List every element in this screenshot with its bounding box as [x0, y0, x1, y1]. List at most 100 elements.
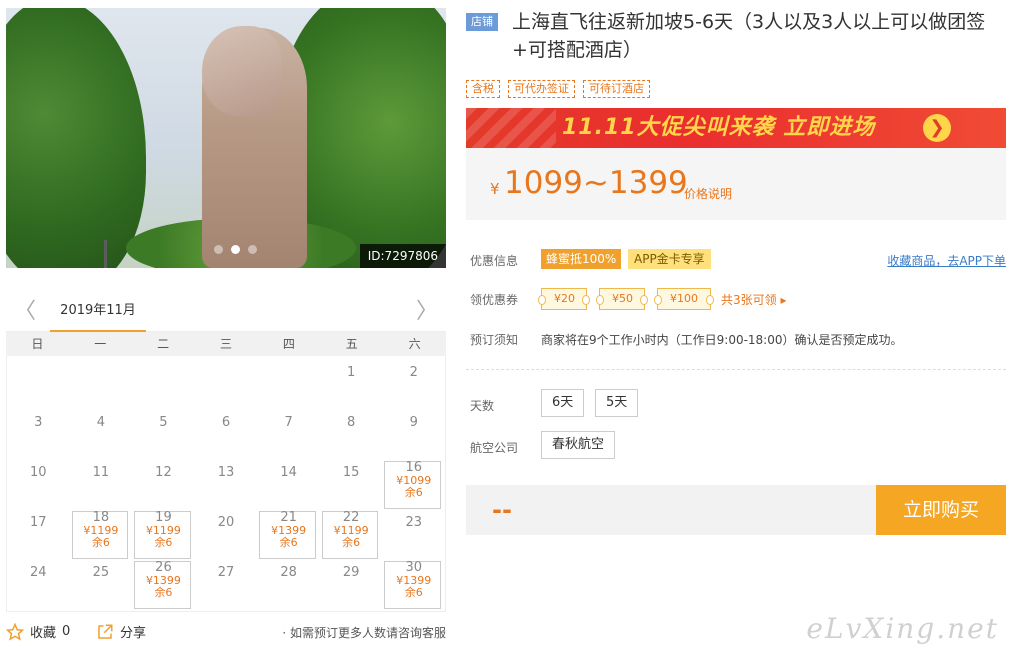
- coupon-50[interactable]: ¥50: [596, 288, 648, 310]
- product-photo[interactable]: ID:7297806: [6, 8, 446, 268]
- calendar-day: 29: [320, 556, 383, 606]
- photo-footer: 收藏 0 分享 · 如需预订更多人数请咨询客服: [6, 620, 446, 644]
- calendar-day: 4: [70, 406, 133, 456]
- calendar-day: [132, 356, 195, 406]
- booking-label: 预订须知: [470, 333, 519, 347]
- day-stock: 余6: [404, 586, 423, 599]
- carousel-dot-active[interactable]: [231, 245, 240, 254]
- day-number: 28: [280, 565, 297, 580]
- weekday-label: 五: [345, 337, 358, 351]
- carousel-dot[interactable]: [214, 245, 223, 254]
- day-number: 19: [155, 510, 172, 525]
- calendar-day: 27: [195, 556, 258, 606]
- carousel-dot[interactable]: [248, 245, 257, 254]
- day-number: 10: [30, 465, 47, 480]
- day-number: 26: [155, 560, 172, 575]
- calendar-day: 11: [70, 456, 133, 506]
- price-currency: ¥: [490, 180, 500, 198]
- day-number: 2: [409, 365, 418, 380]
- booking-notice-row: 预订须知 商家将在9个工作小时内（工作日9:00-18:00）确认是否预定成功。: [470, 331, 1006, 353]
- star-icon: [6, 622, 24, 641]
- days-option-6[interactable]: 6天: [541, 389, 585, 417]
- calendar-day: 8: [320, 406, 383, 456]
- calendar-day: 13: [195, 456, 258, 506]
- day-stock: 余6: [404, 486, 423, 499]
- calendar-day: 17: [7, 506, 70, 556]
- discount-badge-honey: 蜂蜜抵100%: [541, 249, 622, 269]
- day-number: 5: [159, 415, 168, 430]
- promo-text: 11.11大促尖叫来袭 立即进场: [562, 115, 876, 140]
- next-month-icon[interactable]: 〉: [416, 300, 438, 324]
- coupon-row: 领优惠券 ¥20 ¥50 ¥100 共3张可领 ▸: [470, 288, 1006, 313]
- day-stock: 余6: [154, 536, 173, 549]
- calendar-day: 20: [195, 506, 258, 556]
- buy-now-button[interactable]: 立即购买: [876, 485, 1006, 535]
- calendar-day-available[interactable]: 30 ¥1399 余6: [382, 556, 445, 609]
- section-divider: [466, 369, 1006, 370]
- calendar-week-row: 10 11 12 13 14 15 16 ¥1099 余6: [7, 456, 445, 509]
- days-option-5[interactable]: 5天: [595, 389, 639, 417]
- calendar-day-available[interactable]: 18 ¥1199 余6: [70, 506, 133, 559]
- calendar-day: [70, 356, 133, 406]
- discount-label: 优惠信息: [470, 254, 519, 268]
- carousel-dots: [214, 245, 257, 254]
- calendar-day: 9: [382, 406, 445, 456]
- booking-notice: 商家将在9个工作小时内（工作日9:00-18:00）确认是否预定成功。: [541, 333, 903, 347]
- calendar-weekday-header: 日 一 二 三 四 五 六: [6, 332, 446, 356]
- coupon-20[interactable]: ¥20: [538, 288, 590, 310]
- favorite-count: 0: [62, 624, 71, 639]
- promo-stripes: [466, 108, 556, 148]
- share-button[interactable]: 分享: [96, 622, 146, 641]
- calendar-day: 10: [7, 456, 70, 506]
- day-stock: 余6: [154, 586, 173, 599]
- calendar-day-available[interactable]: 26 ¥1399 余6: [132, 556, 195, 609]
- day-stock: 余6: [91, 536, 110, 549]
- favorite-label: 收藏: [30, 626, 57, 641]
- weekday-label: 日: [31, 337, 44, 351]
- weekday-label: 六: [408, 337, 421, 351]
- calendar-month-tab[interactable]: 2019年11月: [50, 296, 146, 332]
- day-number: 8: [347, 415, 356, 430]
- prev-month-icon[interactable]: 〈: [14, 300, 36, 324]
- weekday-label: 四: [282, 337, 295, 351]
- day-number: 22: [342, 510, 360, 525]
- day-number: 13: [217, 465, 235, 480]
- days-label: 天数: [470, 399, 495, 413]
- calendar-day-available[interactable]: 21 ¥1399 余6: [257, 506, 320, 559]
- day-number: 16: [405, 460, 423, 475]
- photo-id-tag: ID:7297806: [359, 244, 446, 268]
- total-price: --: [492, 496, 512, 524]
- calendar-day: 2: [382, 356, 445, 406]
- day-number: 15: [342, 465, 360, 480]
- product-tags: 含税 可代办签证 可待订酒店: [466, 80, 650, 98]
- weekday-label: 三: [220, 337, 233, 351]
- favorite-button[interactable]: 收藏 0: [6, 622, 70, 641]
- price-range: 1099~1399: [504, 165, 688, 201]
- day-number: 9: [409, 415, 418, 430]
- calendar-day-available[interactable]: 16 ¥1099 余6: [382, 456, 445, 509]
- coupon-more-link[interactable]: 共3张可领 ▸: [721, 291, 786, 308]
- calendar-day: 15: [320, 456, 383, 506]
- app-order-link[interactable]: 收藏商品，去APP下单: [887, 252, 1006, 269]
- calendar-week-row: 17 18 ¥1199 余6 19 ¥1199 余6 20 21 ¥1399 余6 22 ¥1199 余6…: [7, 506, 445, 559]
- discount-badge-app: APP金卡专享: [628, 249, 711, 269]
- calendar-day: [195, 356, 258, 406]
- calendar-day: 7: [257, 406, 320, 456]
- calendar-day: 5: [132, 406, 195, 456]
- day-stock: 余6: [279, 536, 298, 549]
- promo-arrow-icon[interactable]: ❯: [923, 114, 951, 142]
- calendar-day: 25: [70, 556, 133, 606]
- calendar-day-available[interactable]: 19 ¥1199 余6: [132, 506, 195, 559]
- lamp-pole: [104, 240, 107, 268]
- coupon-100[interactable]: ¥100: [654, 288, 714, 310]
- shop-badge[interactable]: 店铺: [466, 13, 498, 31]
- product-title: 上海直飞往返新加坡5-6天（3人以及3人以上可以做团签+可搭配酒店）: [512, 11, 986, 61]
- calendar-day-available[interactable]: 22 ¥1199 余6: [320, 506, 383, 559]
- airline-option[interactable]: 春秋航空: [541, 431, 616, 459]
- discount-row: 优惠信息 蜂蜜抵100% APP金卡专享 收藏商品，去APP下单: [470, 249, 1006, 274]
- promo-banner[interactable]: 11.11大促尖叫来袭 立即进场 ❯: [466, 108, 1006, 148]
- price-box: ¥ 1099~1399 价格说明: [466, 148, 1006, 220]
- calendar-day: 23: [382, 506, 445, 556]
- price-note-link[interactable]: 价格说明: [684, 185, 732, 202]
- tag-tax-included: 含税: [466, 80, 500, 98]
